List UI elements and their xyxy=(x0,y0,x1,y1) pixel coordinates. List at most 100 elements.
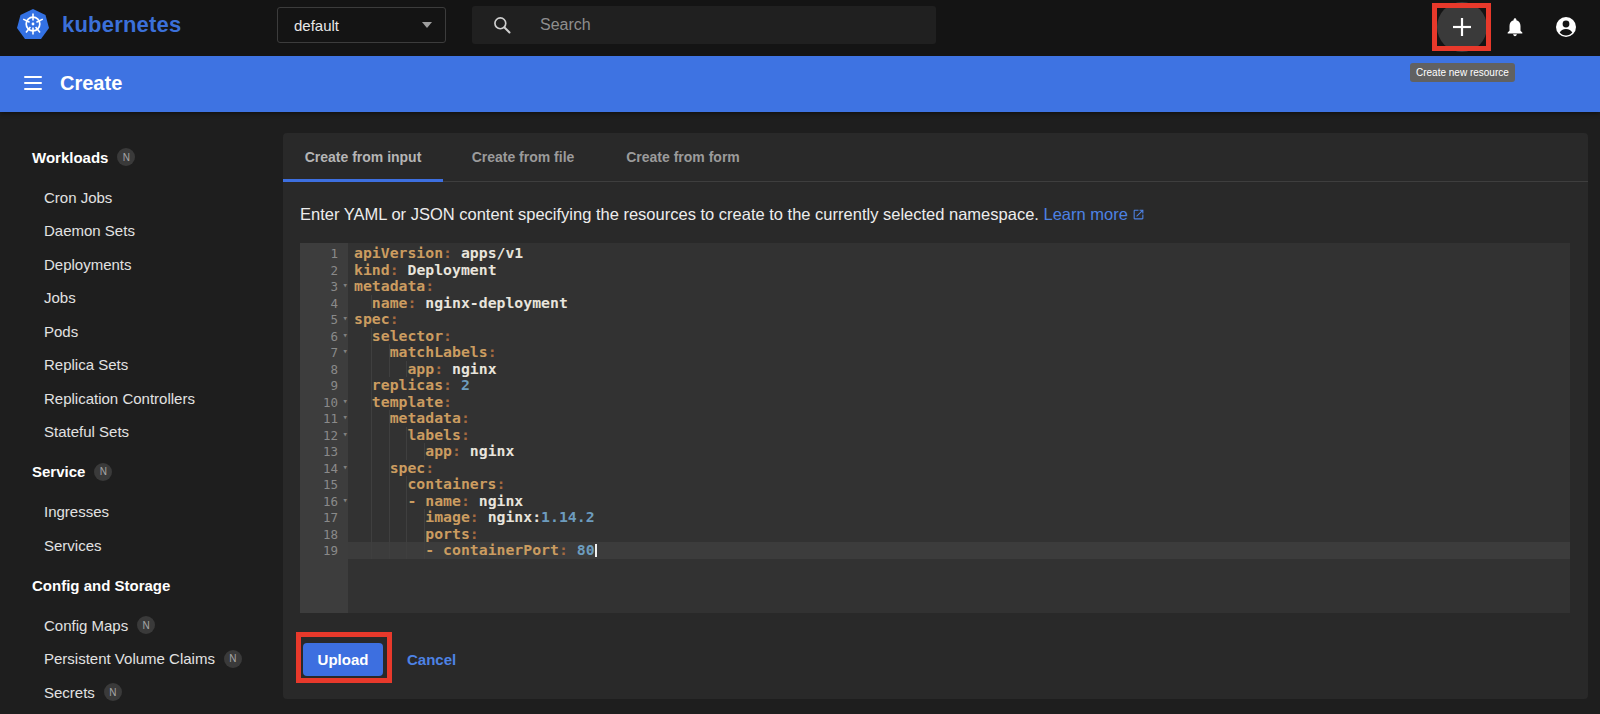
fold-arrow-icon[interactable]: ▾ xyxy=(343,280,348,290)
line-number: 19 xyxy=(300,542,348,559)
code-line: metadata: xyxy=(354,410,470,427)
fold-arrow-icon[interactable]: ▾ xyxy=(343,330,348,340)
sidebar-item-replication-controllers[interactable]: Replication Controllers xyxy=(44,387,195,409)
code-line: spec: xyxy=(354,311,399,328)
app-header: Create xyxy=(0,56,1600,112)
namespace-select[interactable]: default xyxy=(277,7,446,43)
sidebar-section-workloads[interactable]: Workloads N xyxy=(32,146,135,168)
code-line: replicas: 2 xyxy=(354,377,470,394)
code-line: metadata: xyxy=(354,278,434,295)
fold-arrow-icon[interactable]: ▾ xyxy=(343,346,348,356)
learn-more-link[interactable]: Learn more xyxy=(1044,205,1145,223)
n-badge: N xyxy=(117,148,135,166)
sidebar-item-label: Pods xyxy=(44,323,78,340)
sidebar-item-cron-jobs[interactable]: Cron Jobs xyxy=(44,186,112,208)
account-button[interactable] xyxy=(1541,2,1591,52)
code-line: spec: xyxy=(354,460,434,477)
sidebar-section-label: Service xyxy=(32,463,85,480)
line-number: 11▾ xyxy=(300,410,348,427)
line-number: 16▾ xyxy=(300,493,348,510)
fold-arrow-icon[interactable]: ▾ xyxy=(343,495,348,505)
sidebar-item-pods[interactable]: Pods xyxy=(44,320,78,342)
sidebar-item-label: Deployments xyxy=(44,256,132,273)
kubernetes-brand[interactable]: kubernetes xyxy=(16,8,181,41)
tab-create-from-form[interactable]: Create from form xyxy=(603,133,763,181)
sidebar-item-persistent-volume-claims[interactable]: Persistent Volume Claims N xyxy=(44,648,242,670)
fold-arrow-icon[interactable]: ▾ xyxy=(343,429,348,439)
sidebar-item-replica-sets[interactable]: Replica Sets xyxy=(44,354,128,376)
sidebar-section-service[interactable]: Service N xyxy=(32,461,112,483)
code-line: labels: xyxy=(354,427,470,444)
sidebar: Workloads N Cron Jobs Daemon Sets Deployment… xyxy=(0,112,283,714)
sidebar-item-deployments[interactable]: Deployments xyxy=(44,253,132,275)
line-number: 10▾ xyxy=(300,394,348,411)
cancel-button[interactable]: Cancel xyxy=(407,651,456,668)
line-number: 18 xyxy=(300,526,348,543)
top-bar: kubernetes default Search xyxy=(0,0,1600,56)
bell-icon xyxy=(1504,16,1526,38)
line-number: 13 xyxy=(300,443,348,460)
code-line: kind: Deployment xyxy=(354,262,497,279)
namespace-value: default xyxy=(294,17,422,34)
sidebar-item-label: Services xyxy=(44,537,102,554)
tab-create-from-input[interactable]: Create from input xyxy=(283,133,443,181)
code-line: - containerPort: 80 xyxy=(354,542,597,559)
yaml-editor[interactable]: 123▾45▾6▾7▾8910▾11▾12▾1314▾1516▾171819 a… xyxy=(300,243,1570,613)
sidebar-section-config-and-storage[interactable]: Config and Storage xyxy=(32,574,170,596)
sidebar-section-label: Config and Storage xyxy=(32,577,170,594)
sidebar-item-label: Secrets xyxy=(44,684,95,701)
annotation-red-box-upload xyxy=(296,632,392,683)
code-line: selector: xyxy=(354,328,452,345)
line-number: 9 xyxy=(300,377,348,394)
sidebar-item-daemon-sets[interactable]: Daemon Sets xyxy=(44,220,135,242)
fold-arrow-icon[interactable]: ▾ xyxy=(343,462,348,472)
sidebar-item-label: Ingresses xyxy=(44,503,109,520)
line-number: 6▾ xyxy=(300,328,348,345)
text-cursor xyxy=(595,544,597,557)
code-line: app: nginx xyxy=(354,361,497,378)
sidebar-section-label: Workloads xyxy=(32,149,108,166)
code-line: containers: xyxy=(354,476,505,493)
line-number: 5▾ xyxy=(300,311,348,328)
tab-create-from-file[interactable]: Create from file xyxy=(443,133,603,181)
code-line: app: nginx xyxy=(354,443,514,460)
fold-arrow-icon[interactable]: ▾ xyxy=(343,412,348,422)
sidebar-item-stateful-sets[interactable]: Stateful Sets xyxy=(44,421,129,443)
sidebar-item-label: Replication Controllers xyxy=(44,390,195,407)
sidebar-item-label: Config Maps xyxy=(44,617,128,634)
description-text: Enter YAML or JSON content specifying th… xyxy=(300,205,1039,223)
sidebar-item-label: Daemon Sets xyxy=(44,222,135,239)
fold-arrow-icon[interactable]: ▾ xyxy=(343,313,348,323)
sidebar-item-jobs[interactable]: Jobs xyxy=(44,287,76,309)
line-number: 14▾ xyxy=(300,460,348,477)
sidebar-item-label: Cron Jobs xyxy=(44,189,112,206)
sidebar-item-secrets[interactable]: SecretsN xyxy=(44,681,122,703)
notifications-button[interactable] xyxy=(1490,2,1540,52)
chevron-down-icon xyxy=(422,22,432,28)
code-line: ports: xyxy=(354,526,479,543)
brand-name: kubernetes xyxy=(62,12,181,38)
page-title: Create xyxy=(60,72,122,95)
tab-bar: Create from inputCreate from fileCreate … xyxy=(283,133,1588,182)
menu-icon[interactable] xyxy=(24,76,42,90)
sidebar-item-ingresses[interactable]: Ingresses xyxy=(44,501,109,523)
line-number: 8 xyxy=(300,361,348,378)
n-badge: N xyxy=(94,463,112,481)
search-placeholder: Search xyxy=(540,16,591,34)
code-line: - name: nginx xyxy=(354,493,523,510)
description: Enter YAML or JSON content specifying th… xyxy=(300,205,1145,224)
line-number: 4 xyxy=(300,295,348,312)
sidebar-item-config-maps[interactable]: Config MapsN xyxy=(44,614,155,636)
code-line: image: nginx:1.14.2 xyxy=(354,509,595,526)
sidebar-item-services[interactable]: Services xyxy=(44,534,102,556)
sidebar-item-label: Persistent Volume Claims xyxy=(44,650,215,667)
fold-arrow-icon[interactable]: ▾ xyxy=(343,396,348,406)
line-number: 1 xyxy=(300,245,348,262)
search-box[interactable]: Search xyxy=(472,6,936,44)
line-number: 12▾ xyxy=(300,427,348,444)
code-line: matchLabels: xyxy=(354,344,497,361)
n-badge: N xyxy=(224,650,242,668)
line-number: 15 xyxy=(300,476,348,493)
annotation-red-box-plus xyxy=(1432,3,1491,51)
line-number: 3▾ xyxy=(300,278,348,295)
